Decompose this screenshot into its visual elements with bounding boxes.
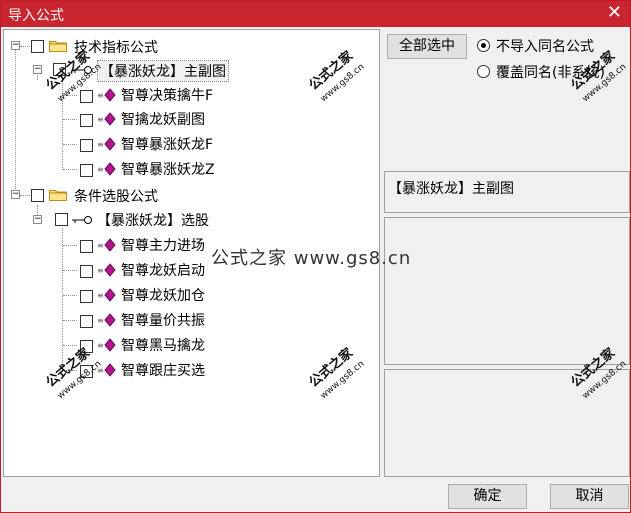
tree-node-label: 智尊暴涨妖龙F <box>121 137 214 153</box>
tree-line <box>63 144 77 145</box>
watermark-center: 公式之家 www.gs8.cn <box>211 248 412 269</box>
checkbox[interactable] <box>80 240 93 253</box>
tree-node-label: 智尊黑马擒龙 <box>121 338 205 354</box>
cancel-button[interactable]: 取消 <box>550 484 629 509</box>
formula-gem-icon: ≡ <box>97 263 116 277</box>
collapse-icon[interactable]: − <box>11 190 20 199</box>
formula-gem-icon: ≡ <box>97 288 116 302</box>
formula-name-panel: 【暴涨妖龙】主副图 <box>384 171 630 213</box>
tree-node-label: 条件选股公式 <box>74 189 158 205</box>
radio-skip-label[interactable]: 不导入同名公式 <box>496 36 594 56</box>
tree-leaf[interactable]: ≡ 智擒龙妖副图 <box>4 108 374 130</box>
tree-node-label: 智尊龙妖启动 <box>121 263 205 279</box>
checkbox[interactable] <box>31 189 44 202</box>
tree-node-group-screening[interactable]: − 【暴涨妖龙】选股 <box>4 209 374 231</box>
tree-node-label: 智尊暴涨妖龙Z <box>121 162 215 178</box>
tree-leaf[interactable]: ≡ 智尊暴涨妖龙Z <box>4 158 374 180</box>
formula-gem-icon: ≡ <box>97 112 116 126</box>
svg-text:≡: ≡ <box>97 341 104 350</box>
tree-line <box>20 46 30 47</box>
import-formula-dialog: 导入公式 ✕ − 技术指标公式 − 【暴涨妖龙】主副图 ≡ 智尊决策擒牛F ≡ … <box>0 0 631 513</box>
tree-node-label: 智尊主力进场 <box>121 238 205 254</box>
close-icon[interactable]: ✕ <box>607 3 622 23</box>
svg-text:≡: ≡ <box>97 241 104 250</box>
formula-gem-icon: ≡ <box>97 137 116 151</box>
tree-leaf[interactable]: ≡ 智尊量价共振 <box>4 309 374 331</box>
collapse-icon[interactable]: − <box>11 41 20 50</box>
formula-gem-icon: ≡ <box>97 338 116 352</box>
tree-node-label: 智尊量价共振 <box>121 313 205 329</box>
svg-text:≡: ≡ <box>97 91 104 100</box>
tree-leaf[interactable]: ≡ 智尊龙妖加仓 <box>4 284 374 306</box>
checkbox[interactable] <box>55 213 68 226</box>
tree-node-label: 智尊龙妖加仓 <box>121 288 205 304</box>
tree-line <box>63 270 77 271</box>
tree-node-label: 【暴涨妖龙】主副图 <box>97 60 229 82</box>
checkbox[interactable] <box>80 315 93 328</box>
svg-text:≡: ≡ <box>97 266 104 275</box>
folder-icon <box>49 190 67 201</box>
tree-node-label: 智擒龙妖副图 <box>121 112 205 128</box>
checkbox[interactable] <box>80 114 93 127</box>
tree-line <box>63 245 77 246</box>
checkbox[interactable] <box>80 164 93 177</box>
ok-button[interactable]: 确定 <box>448 484 527 509</box>
collapse-icon[interactable]: − <box>33 65 42 74</box>
radio-skip-same-name[interactable] <box>477 39 490 52</box>
tree-line <box>63 119 77 120</box>
folder-icon <box>49 41 67 52</box>
tree-node-label: 智尊跟庄买选 <box>121 363 205 379</box>
formula-gem-icon: ≡ <box>97 238 116 252</box>
svg-text:≡: ≡ <box>97 291 104 300</box>
window-title: 导入公式 <box>8 8 64 24</box>
tree-line <box>20 195 30 196</box>
tree-node-screening[interactable]: − 条件选股公式 <box>4 185 374 207</box>
svg-text:≡: ≡ <box>97 140 104 149</box>
radio-overwrite-same-name[interactable] <box>477 65 490 78</box>
checkbox[interactable] <box>80 290 93 303</box>
formula-description-panel <box>384 217 630 365</box>
checkbox[interactable] <box>80 265 93 278</box>
tree-node-label: 智尊决策擒牛F <box>121 88 214 104</box>
formula-gem-icon: ≡ <box>97 88 116 102</box>
checkbox[interactable] <box>80 90 93 103</box>
formula-gem-icon: ≡ <box>97 162 116 176</box>
tree-leaf[interactable]: ≡ 智尊黑马擒龙 <box>4 334 374 356</box>
tree-node-label: 【暴涨妖龙】选股 <box>97 213 209 229</box>
tree-line <box>63 169 77 170</box>
selected-formula-name: 【暴涨妖龙】主副图 <box>388 181 514 197</box>
select-all-button[interactable]: 全部选中 <box>387 34 467 59</box>
tree-leaf[interactable]: ≡ 智尊暴涨妖龙F <box>4 133 374 155</box>
svg-text:≡: ≡ <box>97 316 104 325</box>
tree-node-tech-indicators[interactable]: − 技术指标公式 <box>4 36 374 58</box>
checkbox[interactable] <box>80 139 93 152</box>
title-bar: 导入公式 ✕ <box>1 1 630 27</box>
tree-line <box>63 320 77 321</box>
formula-gem-icon: ≡ <box>97 313 116 327</box>
svg-text:≡: ≡ <box>97 165 104 174</box>
tree-line <box>63 295 77 296</box>
collapse-icon[interactable]: − <box>33 215 42 224</box>
key-icon <box>72 216 92 224</box>
svg-text:≡: ≡ <box>97 115 104 124</box>
checkbox[interactable] <box>31 40 44 53</box>
